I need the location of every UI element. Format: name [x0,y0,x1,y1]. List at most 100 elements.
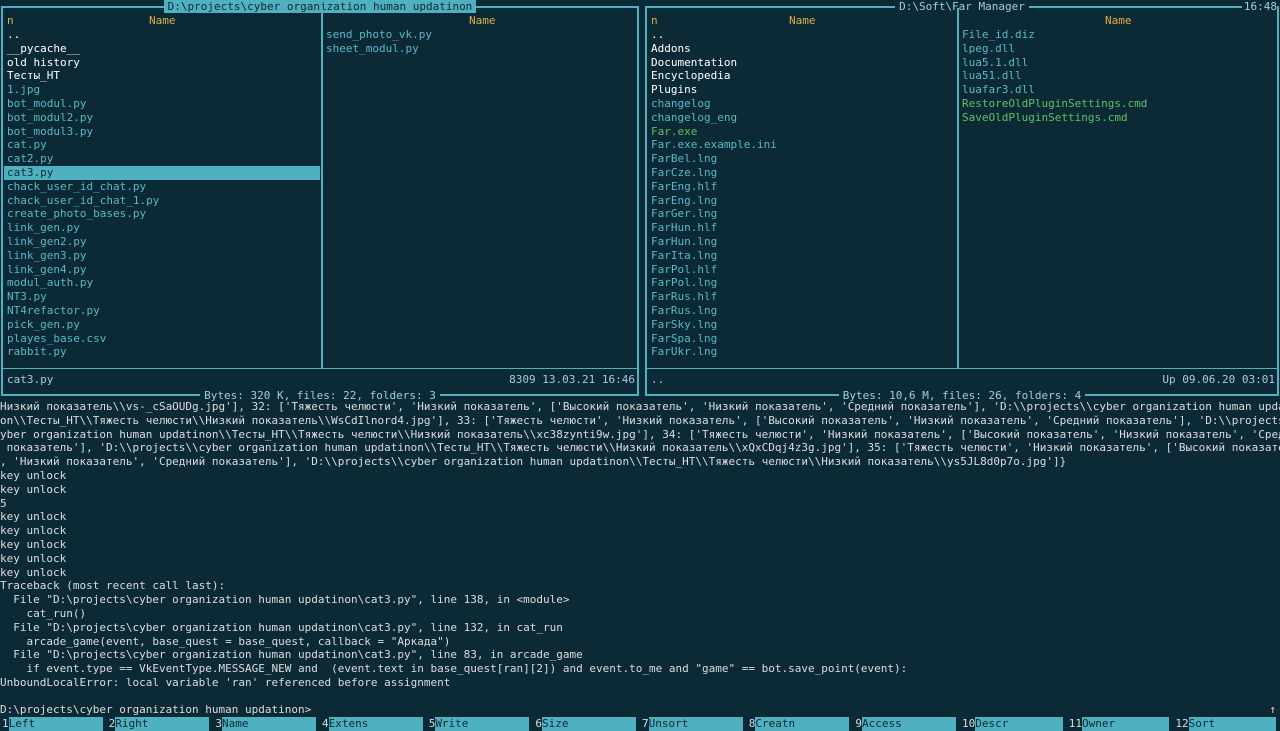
right-file-list-item[interactable]: RestoreOldPluginSettings.cmd [959,97,1275,111]
left-col2-header[interactable]: Name [325,14,637,28]
fkey-label: Name [221,717,317,731]
command-prompt[interactable]: D:\projects\cyber organization human upd… [0,703,311,717]
fkey-3-button[interactable]: 3 Name [213,717,320,731]
sort-indicator: n [7,14,14,27]
right-col1-header[interactable]: n Name [651,14,959,28]
right-file-list-item[interactable]: SaveOldPluginSettings.cmd [959,111,1275,125]
right-file-list-item[interactable]: .. [648,28,954,42]
right-panel-path: D:\Soft\Far Manager [895,0,1029,13]
left-file-list-item[interactable]: cat3.py [4,165,320,180]
left-file-list-item[interactable]: chack_user_id_chat_1.py [4,194,320,208]
left-file-list-item[interactable]: link_gen.py [4,221,320,235]
fkey-9-button[interactable]: 9 Access [853,717,960,731]
fkey-4-button[interactable]: 4 Extens [320,717,427,731]
left-file-list-item[interactable]: bot_modul3.py [4,125,320,139]
fkey-10-button[interactable]: 10 Descr [960,717,1067,731]
left-file-list-item[interactable]: cat2.py [4,152,320,166]
right-file-list-item[interactable]: FarHun.lng [648,235,954,249]
right-file-list-item[interactable]: Addons [648,42,954,56]
left-file-list-item[interactable]: playes_base.csv [4,332,320,346]
fkey-number: 7 [642,717,649,730]
right-file-list-item[interactable]: File_id.diz [959,28,1275,42]
left-file-list-item[interactable]: 1.jpg [4,83,320,97]
right-file-list-item[interactable]: luafar3.dll [959,83,1275,97]
fkey-5-button[interactable]: 5 Write [427,717,534,731]
left-file-list-item[interactable]: NT4refactor.py [4,304,320,318]
right-file-list-item[interactable]: FarEng.hlf [648,180,954,194]
left-file-list-item[interactable]: send_photo_vk.py [323,28,633,42]
console-line: Низкий показатель\\vs-_cSaOUDg.jpg'], 32… [0,400,1280,413]
right-file-list-item[interactable]: Far.exe.example.ini [648,138,954,152]
left-col1-header[interactable]: n Name [7,14,319,28]
left-file-list-item[interactable]: bot_modul.py [4,97,320,111]
left-file-list-item[interactable]: pick_gen.py [4,318,320,332]
right-file-list-item[interactable]: FarHun.hlf [648,221,954,235]
left-file-list-item[interactable]: link_gen4.py [4,263,320,277]
right-panel-title: D:\Soft\Far Manager [647,0,1277,13]
left-file-list-item[interactable]: sheet_modul.py [323,42,633,56]
right-status-name: .. [651,373,665,386]
left-file-list-item[interactable]: modul_auth.py [4,276,320,290]
right-file-list-item[interactable]: FarRus.hlf [648,290,954,304]
right-file-list-item[interactable]: FarSpa.lng [648,332,954,346]
left-file-list-col1: .. __pycache__ old history Тесты_НТ 1.jpg bot… [4,28,320,359]
left-file-list-item[interactable]: create_photo_bases.py [4,207,320,221]
function-key-bar: 1 Left 2 Right 3 Name 4 Extens 5 Write 6 Size 7 Unsor… [0,717,1280,731]
fkey-2-button[interactable]: 2 Right [107,717,214,731]
right-file-list-item[interactable]: FarCze.lng [648,166,954,180]
right-file-list-item[interactable]: lpeg.dll [959,42,1275,56]
left-file-list-item[interactable]: link_gen3.py [4,249,320,263]
right-file-list-item[interactable]: FarRus.lng [648,304,954,318]
right-sort-indicator: n [651,14,658,27]
left-file-list-item[interactable]: .. [4,28,320,42]
console-line: key unlock [0,537,67,551]
right-file-list-item[interactable]: FarEng.lng [648,194,954,208]
console-line: arcade_game(event, base_quest = base_que… [0,634,451,648]
right-file-list-item[interactable]: FarSky.lng [648,318,954,332]
fkey-7-button[interactable]: 7 Unsort [640,717,747,731]
right-file-list-item[interactable]: FarUkr.lng [648,345,954,359]
fkey-label: Extens [328,717,423,731]
right-col2-header[interactable]: Name [963,14,1275,28]
right-status-separator [647,368,1277,369]
right-col2-header-label: Name [1105,14,1132,27]
fkey-6-button[interactable]: 6 Size [533,717,640,731]
fkey-1-button[interactable]: 1 Left [0,717,107,731]
right-file-list-item[interactable]: Documentation [648,56,954,70]
fkey-number: 12 [1175,717,1189,730]
right-file-list-item[interactable]: Encyclopedia [648,69,954,83]
fkey-8-button[interactable]: 8 Creatn [747,717,854,731]
scroll-up-arrow-icon[interactable]: ↑ [1269,703,1276,716]
left-file-list-item[interactable]: bot_modul2.py [4,111,320,125]
left-col1-header-label: Name [149,14,176,27]
left-file-list-item[interactable]: __pycache__ [4,42,320,56]
left-file-list-item[interactable]: NT3.py [4,290,320,304]
left-file-list-item[interactable]: old history [4,56,320,70]
fkey-label: Size [541,717,637,731]
fkey-12-button[interactable]: 12 Sort [1173,717,1280,731]
console-line: 5 [0,496,7,510]
right-file-list-item[interactable]: changelog [648,97,954,111]
left-col2-header-label: Name [469,14,496,27]
right-file-list-item[interactable]: changelog_eng [648,111,954,125]
left-file-list-item[interactable]: link_gen2.py [4,235,320,249]
right-file-list-item[interactable]: FarPol.lng [648,276,954,290]
fkey-label: Write [435,717,530,731]
right-file-list-item[interactable]: FarIta.lng [648,249,954,263]
right-panel[interactable]: D:\Soft\Far Manager 16:48 n Name Name ..… [645,0,1279,402]
right-file-list-item[interactable]: Plugins [648,83,954,97]
fkey-11-button[interactable]: 11 Owner [1067,717,1174,731]
right-file-list-item[interactable]: lua5.1.dll [959,56,1275,70]
right-file-list-item[interactable]: FarGer.lng [648,207,954,221]
left-file-list-item[interactable]: chack_user_id_chat.py [4,180,320,194]
left-file-list-item[interactable]: rabbit.py [4,345,320,359]
fkey-label: Left [8,717,103,731]
right-file-list-item[interactable]: lua51.dll [959,69,1275,83]
left-panel[interactable]: D:\projects\cyber organization human upd… [1,0,639,402]
right-file-list-item[interactable]: FarPol.hlf [648,263,954,277]
right-file-list-item[interactable]: Far.exe [648,125,954,139]
left-file-list-item[interactable]: cat.py [4,138,320,152]
left-file-list-item[interactable]: Тесты_НТ [4,69,320,83]
right-file-list-item[interactable]: FarBel.lng [648,152,954,166]
